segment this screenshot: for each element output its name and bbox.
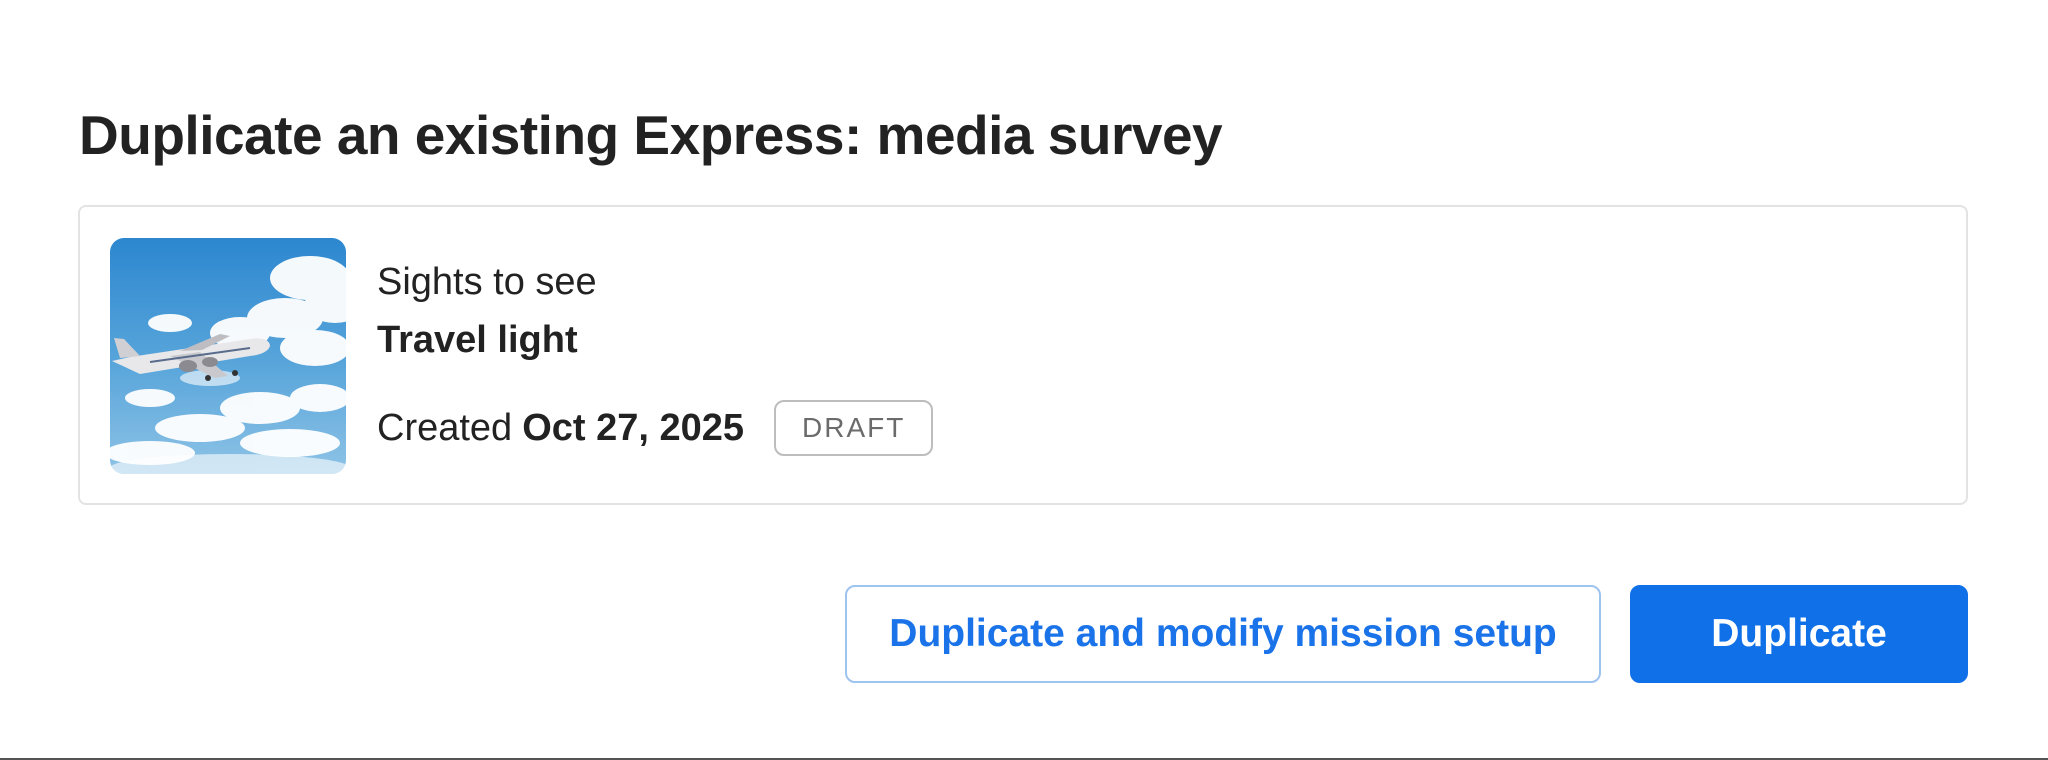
created-label: Created (377, 407, 513, 449)
duplicate-and-modify-button[interactable]: Duplicate and modify mission setup (845, 585, 1601, 683)
page-title: Duplicate an existing Express: media sur… (79, 104, 1223, 166)
mission-title: Travel light (377, 319, 578, 361)
mission-subtitle: Sights to see (377, 261, 597, 303)
status-badge: DRAFT (774, 400, 934, 456)
created-row: Created Oct 27, 2025 DRAFT (377, 400, 934, 456)
duplicate-button[interactable]: Duplicate (1630, 585, 1968, 683)
mission-card[interactable]: Sights to see Travel light Created Oct 2… (78, 205, 1968, 505)
mission-thumbnail (110, 238, 346, 474)
airplane-in-sky-image (110, 238, 346, 474)
created-date: Oct 27, 2025 (522, 407, 745, 449)
duplicate-dialog: Duplicate an existing Express: media sur… (0, 0, 2048, 760)
